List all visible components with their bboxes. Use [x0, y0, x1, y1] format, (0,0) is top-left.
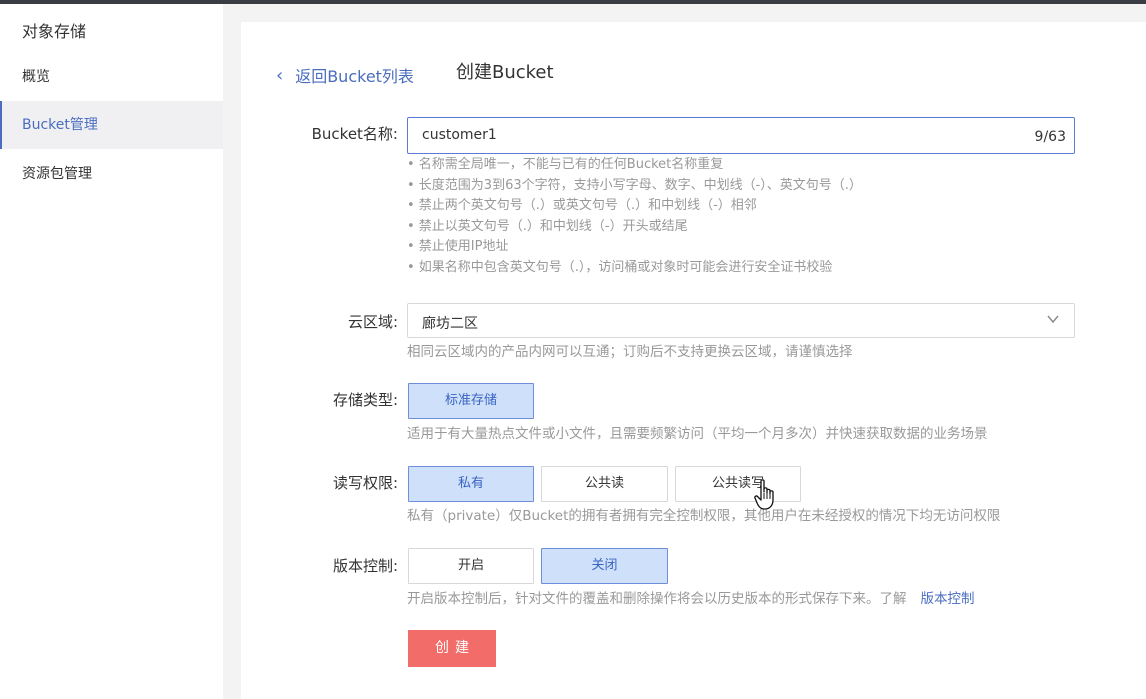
acl-description: 私有（private）仅Bucket的拥有者拥有完全控制权限，其他用户在未经授权… — [407, 508, 1001, 524]
back-to-bucket-list-link[interactable]: ‹ 返回Bucket列表 — [276, 63, 414, 87]
back-link-label: 返回Bucket列表 — [295, 67, 414, 86]
content-gutter — [223, 4, 241, 699]
create-bucket-button[interactable]: 创建 — [408, 630, 496, 667]
versioning-on-option[interactable]: 开启 — [408, 548, 534, 584]
versioning-description: 开启版本控制后，针对文件的覆盖和删除操作将会以历史版本的形式保存下来。了解 版本控… — [407, 587, 975, 607]
sidebar-title: 对象存储 — [22, 22, 87, 41]
region-selected-value: 廊坊二区 — [422, 316, 478, 332]
region-description: 相同云区域内的产品内网可以互通；订购后不支持更换云区域，请谨慎选择 — [407, 344, 853, 360]
storage-type-label: 存储类型: — [332, 391, 398, 409]
bucket-name-label: Bucket名称: — [311, 125, 398, 143]
hint-item: • 禁止使用IP地址 — [407, 239, 509, 255]
sidebar-item-overview[interactable]: 概览 — [0, 53, 223, 101]
versioning-label: 版本控制: — [332, 557, 398, 575]
acl-public-read-option[interactable]: 公共读 — [541, 466, 668, 502]
chevron-left-icon: ‹ — [276, 64, 284, 86]
bucket-name-char-counter: 9/63 — [1034, 129, 1066, 145]
bucket-name-value: customer1 — [422, 127, 497, 143]
bucket-name-input[interactable]: customer1 9/63 — [407, 117, 1075, 154]
sidebar-item-bucket-management[interactable]: Bucket管理 — [0, 101, 223, 149]
versioning-description-text: 开启版本控制后，针对文件的覆盖和删除操作将会以历史版本的形式保存下来。了解 — [407, 591, 907, 607]
hint-item: • 如果名称中包含英文句号（.），访问桶或对象时可能会进行安全证书校验 — [407, 259, 833, 275]
versioning-help-link[interactable]: 版本控制 — [921, 591, 975, 607]
storage-type-description: 适用于有大量热点文件或小文件，且需要频繁访问（平均一个月多次）并快速获取数据的业… — [407, 426, 988, 442]
acl-label: 读写权限: — [332, 474, 398, 492]
acl-private-option[interactable]: 私有 — [408, 466, 534, 502]
bucket-name-hints: • 名称需全局唯一，不能与已有的任何Bucket名称重复 • 长度范围为3到63… — [407, 155, 862, 279]
chevron-down-icon — [1047, 315, 1059, 324]
page-title: 创建Bucket — [456, 62, 554, 83]
sidebar-item-resource-packages[interactable]: 资源包管理 — [0, 150, 223, 198]
region-label: 云区域: — [347, 313, 398, 331]
acl-public-read-write-option[interactable]: 公共读写 — [675, 466, 801, 502]
hint-item: • 名称需全局唯一，不能与已有的任何Bucket名称重复 — [407, 157, 724, 172]
hand-pointer-cursor-icon — [754, 479, 774, 510]
hint-item: • 禁止以英文句号（.）和中划线（-）开头或结尾 — [407, 218, 688, 234]
sidebar: 对象存储 概览 Bucket管理 资源包管理 — [0, 4, 223, 699]
hint-item: • 禁止两个英文句号（.）或英文句号（.）和中划线（-）相邻 — [407, 198, 757, 214]
versioning-off-option[interactable]: 关闭 — [541, 548, 668, 584]
storage-standard-option[interactable]: 标准存储 — [408, 383, 534, 419]
region-select[interactable]: 廊坊二区 — [407, 303, 1075, 338]
hint-item: • 长度范围为3到63个字符，支持小写字母、数字、中划线（-）、英文句号（.） — [407, 177, 862, 193]
